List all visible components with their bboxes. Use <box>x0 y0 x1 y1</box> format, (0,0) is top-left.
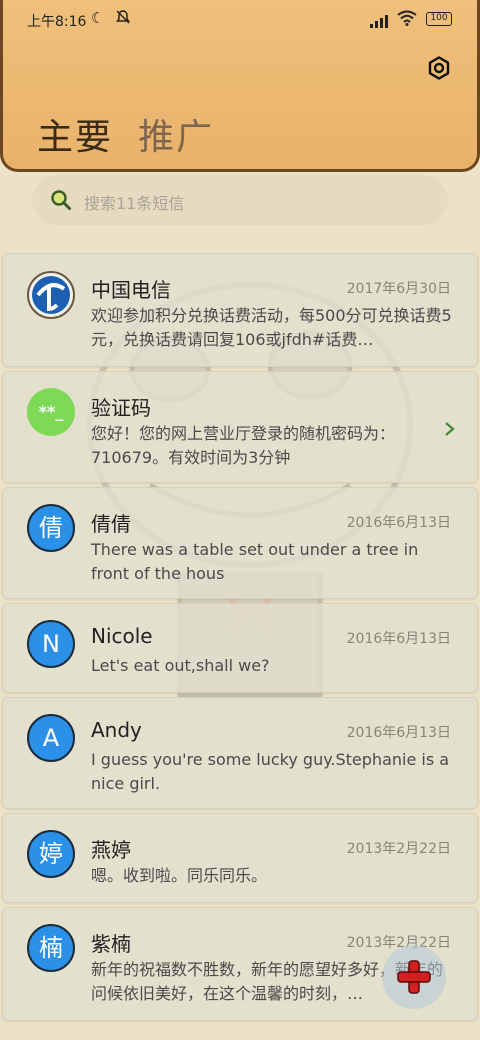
message-item-andy[interactable]: A Andy 2016年6月13日 I guess you're some lu… <box>2 697 478 809</box>
new-message-button[interactable] <box>382 945 446 1009</box>
battery-icon: 100 <box>426 12 452 26</box>
wifi-icon <box>397 10 417 30</box>
tab-promotions[interactable]: 推广 <box>138 108 214 160</box>
status-bar: 上午8:16 ☾ 100 <box>3 8 480 32</box>
china-telecom-logo-avatar <box>27 271 75 319</box>
message-preview: There was a table set out under a tree i… <box>91 540 419 583</box>
message-item-qianqian[interactable]: 倩 倩倩 2016年6月13日 There was a table set ou… <box>2 487 478 599</box>
code-avatar: **_ <box>27 388 75 436</box>
message-item-china-telecom[interactable]: 中国电信 2017年6月30日 欢迎参加积分兑换话费活动，每500分可兑换话费5… <box>2 253 478 367</box>
sender-name: 中国电信 <box>91 278 171 302</box>
message-item-nicole[interactable]: N Nicole 2016年6月13日 Let's eat out,shall … <box>2 603 478 693</box>
sender-name: 验证码 <box>91 396 151 420</box>
search-placeholder: 搜索11条短信 <box>84 194 185 213</box>
settings-gear-icon[interactable] <box>427 56 451 80</box>
message-item-yanting[interactable]: 婷 燕婷 2013年2月22日 嗯。收到啦。同乐同乐。 <box>2 813 478 903</box>
chevron-right-icon[interactable] <box>443 420 455 438</box>
search-icon <box>51 190 71 210</box>
message-preview: 欢迎参加积分兑换话费活动，每500分可兑换话费5元，兑换话费请回复106或jfd… <box>91 306 452 349</box>
sender-name: Nicole <box>91 624 153 648</box>
status-time: 上午8:16 <box>27 14 87 30</box>
message-date: 2017年6月30日 <box>346 281 451 297</box>
app-header: 上午8:16 ☾ 100 主要 推广 <box>0 0 480 172</box>
tab-bar: 主要 推广 <box>37 108 234 160</box>
contact-avatar: 楠 <box>27 924 75 972</box>
message-preview: 您好！您的网上营业厅登录的随机密码为：710679。有效时间为3分钟 <box>91 424 396 467</box>
message-date: 2013年2月22日 <box>346 841 451 857</box>
sender-name: 燕婷 <box>91 838 131 862</box>
moon-icon: ☾ <box>91 9 105 27</box>
contact-avatar: 倩 <box>27 504 75 552</box>
contact-avatar: 婷 <box>27 830 75 878</box>
message-preview: I guess you're some lucky guy.Stephanie … <box>91 750 450 793</box>
plus-icon <box>397 960 431 994</box>
message-preview: Let's eat out,shall we? <box>91 656 270 675</box>
message-item-verification-code[interactable]: **_ 验证码 您好！您的网上营业厅登录的随机密码为：710679。有效时间为3… <box>2 371 478 483</box>
contact-avatar: A <box>27 714 75 762</box>
tab-main[interactable]: 主要 <box>37 108 113 160</box>
sender-name: 倩倩 <box>91 512 131 536</box>
sender-name: 紫楠 <box>91 932 131 956</box>
contact-avatar: N <box>27 620 75 668</box>
message-date: 2016年6月13日 <box>346 515 451 531</box>
message-date: 2016年6月13日 <box>346 725 451 741</box>
message-date: 2016年6月13日 <box>346 631 451 647</box>
search-bar[interactable]: 搜索11条短信 <box>32 175 448 225</box>
mute-icon <box>115 9 131 29</box>
message-preview: 嗯。收到啦。同乐同乐。 <box>91 866 268 885</box>
sender-name: Andy <box>91 718 142 742</box>
signal-icon <box>370 14 392 28</box>
